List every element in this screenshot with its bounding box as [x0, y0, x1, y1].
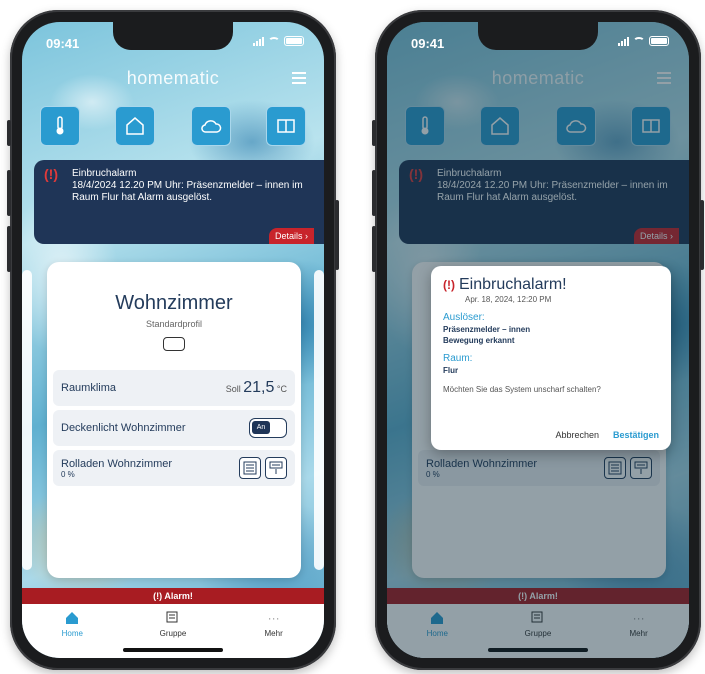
thermometer-icon — [56, 116, 64, 135]
screen: 09:41 homematic (!) Einbruchalarm 18/4/2… — [22, 22, 324, 658]
alarm-banner-title: Einbruchalarm — [72, 168, 137, 179]
brand-logo: homematic — [126, 68, 220, 88]
room-name: Wohnzimmer — [115, 292, 233, 314]
trigger-event: Bewegung erkannt — [443, 336, 515, 345]
alarm-icon: (!) — [443, 278, 455, 292]
power-button — [700, 200, 704, 270]
volume-up-button — [7, 170, 11, 216]
dialog-title: Einbruchalarm! — [459, 276, 567, 293]
thermometer-tile[interactable] — [40, 106, 80, 146]
battery-icon — [284, 36, 304, 46]
group-icon — [166, 611, 178, 623]
blinds-text: Rolladen Wohnzimmer 0 % — [61, 458, 172, 479]
blinds-close-button[interactable] — [239, 457, 261, 479]
sofa-icon — [163, 337, 185, 351]
home-indicator — [123, 648, 223, 652]
power-button — [335, 200, 339, 270]
volume-up-button — [372, 170, 376, 216]
mute-switch — [7, 120, 11, 146]
blinds-label: Rolladen Wohnzimmer — [61, 457, 173, 470]
volume-down-button — [7, 226, 11, 272]
alarm-icon: (!) — [44, 166, 58, 182]
house-tile[interactable] — [115, 106, 156, 146]
home-icon — [66, 612, 79, 624]
phone-alarm-dialog: 09:41 homematic (!) Einbruchalarm 18/4/2… — [372, 10, 704, 670]
wifi-icon — [633, 36, 645, 46]
status-time: 09:41 — [411, 36, 445, 51]
tab-home-label: Home — [61, 629, 83, 638]
signal-icon — [253, 36, 264, 46]
light-row: Deckenlicht Wohnzimmer An — [53, 410, 295, 446]
light-label: Deckenlicht Wohnzimmer — [61, 422, 186, 434]
battery-icon — [649, 36, 669, 46]
alarm-dialog: (!) Einbruchalarm! Apr. 18, 2024, 12:20 … — [431, 266, 671, 450]
cloud-tile[interactable] — [190, 106, 231, 146]
climate-label: Raumklima — [61, 382, 117, 394]
alarm-banner-text: 18/4/2024 12.20 PM Uhr: Präsenzmelder – … — [72, 180, 303, 203]
screen: 09:41 homematic (!) Einbruchalarm 18/4/2… — [387, 22, 689, 658]
confirm-button[interactable]: Bestätigen — [613, 430, 659, 440]
blinds-open-button[interactable] — [265, 457, 287, 479]
wifi-icon — [268, 36, 280, 46]
volume-down-button — [372, 226, 376, 272]
climate-unit: °C — [276, 384, 287, 394]
mute-switch — [372, 120, 376, 146]
room-profile: Standardprofil — [145, 319, 203, 329]
status-bar: 09:41 — [22, 34, 324, 54]
phone-home-screen: 09:41 homematic (!) Einbruchalarm 18/4/2… — [7, 10, 339, 670]
climate-value-group: Soll 21,5 °C — [226, 379, 287, 397]
more-icon: ··· — [267, 611, 280, 625]
next-room-card[interactable] — [314, 270, 324, 570]
menu-icon[interactable] — [292, 72, 306, 84]
alarm-banner[interactable]: (!) Einbruchalarm 18/4/2024 12.20 PM Uhr… — [34, 160, 324, 244]
signal-icon — [618, 36, 629, 46]
room-value: Flur — [443, 366, 459, 375]
prev-room-card[interactable] — [22, 270, 32, 570]
blinds-value: 0 % — [61, 469, 75, 479]
room-label: Raum: — [443, 353, 473, 364]
climate-value: 21,5 — [243, 379, 275, 396]
light-toggle[interactable]: An — [249, 418, 287, 438]
tab-gruppe-label: Gruppe — [159, 629, 187, 638]
alarm-bar[interactable]: (!) Alarm! — [22, 588, 324, 604]
tab-mehr-label: Mehr — [264, 629, 283, 638]
dialog-question: Möchten Sie das System unscharf schalten… — [443, 385, 601, 394]
window-tile[interactable] — [265, 106, 306, 146]
tab-bar: Home Gruppe ··· Mehr — [22, 604, 324, 658]
blinds-closed-icon — [243, 461, 257, 475]
details-button[interactable]: Details › — [268, 228, 314, 244]
blinds-row: Rolladen Wohnzimmer 0 % — [53, 450, 295, 486]
house-icon — [126, 117, 145, 135]
window-icon — [277, 119, 295, 133]
light-toggle-state: An — [252, 421, 270, 434]
status-time: 09:41 — [46, 36, 80, 51]
room-card: Wohnzimmer Standardprofil Raumklima Soll… — [47, 262, 301, 578]
cloud-icon — [200, 120, 221, 133]
dialog-date: Apr. 18, 2024, 12:20 PM — [465, 295, 552, 304]
climate-row[interactable]: Raumklima Soll 21,5 °C — [53, 370, 295, 406]
trigger-device: Präsenzmelder – innen — [443, 325, 531, 334]
blinds-open-icon — [269, 461, 283, 474]
cancel-button[interactable]: Abbrechen — [555, 430, 599, 440]
tab-home[interactable]: Home — [42, 610, 102, 658]
quick-tiles — [40, 106, 306, 146]
tab-mehr[interactable]: ··· Mehr — [244, 610, 304, 658]
climate-soll: Soll — [225, 384, 241, 394]
trigger-label: Auslöser: — [443, 312, 485, 323]
status-bar: 09:41 — [387, 34, 689, 54]
